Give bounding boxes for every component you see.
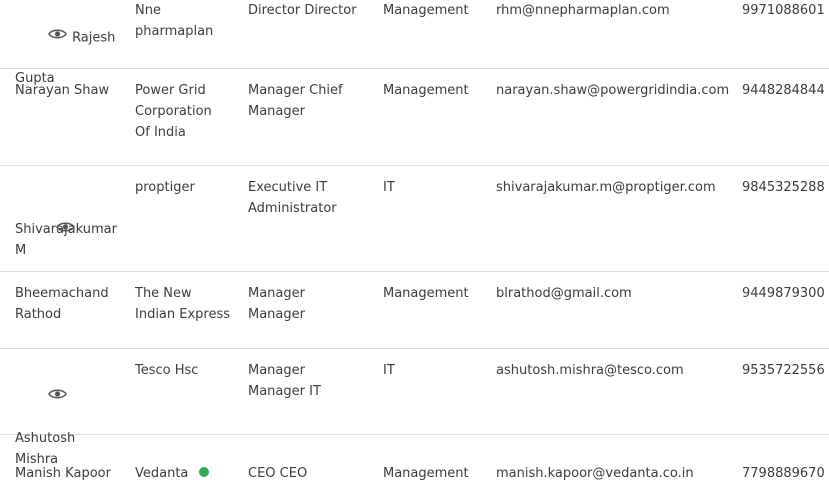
contact-name-first: Rajesh — [72, 30, 116, 46]
department-cell: IT — [383, 180, 395, 195]
company-cell: Nne pharmaplan — [135, 3, 214, 39]
phone-cell[interactable]: 9845325288 — [742, 177, 829, 198]
table-row[interactable]: Narayan Shaw Power Grid Corporation Of Ind… — [0, 69, 829, 166]
contact-name-cell[interactable]: Manish Kapoor — [15, 463, 127, 484]
department-cell: IT — [383, 363, 395, 378]
department-cell: Management — [383, 466, 469, 481]
title-cell: CEO CEO — [248, 466, 308, 481]
title-cell: Manager Manager IT — [248, 363, 321, 399]
table-row[interactable]: Rajesh Gupta Nne pharmaplan Director Direc… — [0, 0, 829, 86]
table-row[interactable]: Manish Kapoor Vedanta CEO CEO Management… — [0, 435, 829, 495]
email-cell[interactable]: blrathod@gmail.com — [496, 283, 732, 304]
phone-cell[interactable]: 9535722556 — [742, 360, 829, 381]
department-cell: Management — [383, 83, 469, 98]
phone-cell[interactable]: 9449879300 — [742, 283, 829, 304]
email-cell[interactable]: ashutosh.mishra@tesco.com — [496, 360, 732, 381]
table-row[interactable]: ShivarajakumarM proptiger Executive ITAd… — [0, 166, 829, 272]
phone-cell[interactable]: 9448284844 — [742, 80, 829, 101]
title-cell: Manager Manager — [248, 286, 305, 322]
company-cell: proptiger — [135, 180, 195, 195]
company-cell: Tesco Hsc — [135, 363, 199, 378]
company-cell: Vedanta — [135, 463, 241, 484]
department-cell: Management — [383, 3, 469, 18]
title-cell: Director Director — [248, 3, 357, 18]
table-row[interactable]: Ashutosh Mishra Tesco Hsc Manager Manager … — [0, 349, 829, 467]
department-cell: Management — [383, 286, 469, 301]
table-row[interactable]: Bheemachand Rathod The New Indian Express … — [0, 272, 829, 349]
contact-name-cell[interactable]: Narayan Shaw — [15, 80, 127, 101]
contact-name-cell[interactable]: Bheemachand Rathod — [15, 283, 127, 325]
eye-icon[interactable] — [15, 5, 68, 68]
email-cell[interactable]: shivarajakumar.m@proptiger.com — [496, 177, 732, 198]
contacts-table: Rajesh Gupta Nne pharmaplan Director Direc… — [0, 0, 829, 495]
email-cell[interactable]: manish.kapoor@vedanta.co.in — [496, 463, 732, 484]
phone-cell[interactable]: 9971088601 — [742, 0, 829, 21]
title-cell: Executive IT Administrator — [248, 180, 337, 216]
company-name: Vedanta — [135, 466, 189, 481]
status-dot — [199, 467, 210, 477]
phone-cell[interactable]: 7798889670 — [742, 463, 829, 484]
company-cell: The New Indian Express — [135, 286, 231, 322]
contact-name-cell[interactable]: ShivarajakumarM — [15, 177, 127, 261]
eye-icon[interactable] — [15, 198, 76, 261]
eye-icon[interactable] — [15, 365, 68, 428]
email-cell[interactable]: rhm@nnepharmaplan.com — [496, 0, 732, 21]
company-cell: Power Grid Corporation Of India — [135, 83, 212, 140]
email-cell[interactable]: narayan.shaw@powergridindia.com — [496, 80, 732, 101]
title-cell: Manager Chief Manager — [248, 83, 343, 119]
